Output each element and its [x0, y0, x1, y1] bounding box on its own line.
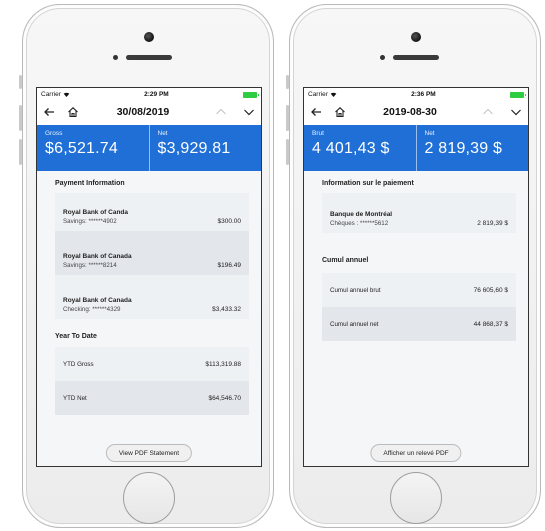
ytd-amount: 76 605,60 $	[473, 286, 508, 294]
payment-amount: $3,433.32	[212, 306, 241, 313]
status-bar: Carrier 2:36 PM	[304, 88, 528, 101]
wifi-icon	[63, 92, 70, 97]
page-title: 2019-08-30	[383, 106, 437, 118]
status-time: 2:29 PM	[144, 91, 169, 98]
proximity-sensor	[113, 55, 118, 60]
phone-frame-left: Carrier 2:29 PM 30/08/2019 Gross $6,521.…	[19, 4, 274, 528]
phone-frame-right: Carrier 2:36 PM 2019-08-30 Brut 4 401,43…	[286, 4, 541, 528]
proximity-sensor	[380, 55, 385, 60]
mute-switch	[19, 75, 22, 89]
volume-down-button	[19, 139, 22, 165]
bank-name: Royal Bank of Canda	[63, 209, 129, 216]
bank-name: Banque de Montréal	[330, 211, 393, 218]
gross-cell: Gross $6,521.74	[37, 125, 149, 171]
payment-amount: $196.49	[217, 262, 242, 269]
payment-row[interactable]: Royal Bank of Canada Savings: ******8214…	[55, 231, 249, 275]
carrier-label: Carrier	[308, 91, 328, 98]
ytd-row[interactable]: Cumul annuel brut 76 605,60 $	[322, 273, 516, 307]
ytd-amount: 44 868,37 $	[473, 320, 508, 328]
home-button[interactable]	[123, 472, 175, 524]
net-value: 2 819,39 $	[424, 140, 503, 157]
gross-value: $6,521.74	[45, 140, 118, 157]
chevron-up-icon[interactable]	[215, 106, 227, 118]
earpiece-speaker	[393, 55, 439, 60]
account-label: Savings: ******8214	[63, 262, 117, 269]
volume-up-button	[19, 105, 22, 131]
ytd-section-title: Year To Date	[55, 333, 97, 340]
payment-row[interactable]: Banque de Montréal Chèques : ******5612 …	[322, 193, 516, 233]
net-label: Net	[157, 130, 168, 137]
ytd-row[interactable]: Cumul annuel net 44 868,37 $	[322, 307, 516, 341]
ytd-row[interactable]: YTD Net $64,546.70	[55, 381, 249, 415]
home-icon[interactable]	[67, 106, 79, 118]
home-icon[interactable]	[334, 106, 346, 118]
volume-down-button	[286, 139, 289, 165]
ytd-label: YTD Gross	[63, 360, 94, 368]
earpiece-speaker	[126, 55, 172, 60]
back-arrow-icon[interactable]	[310, 106, 322, 118]
net-cell: Net $3,929.81	[148, 125, 262, 171]
gross-label: Gross	[45, 130, 63, 137]
content-area: Payment Information Royal Bank of Canda …	[37, 171, 261, 466]
chevron-down-icon[interactable]	[243, 106, 255, 118]
content-area: Information sur le paiement Banque de Mo…	[304, 171, 528, 466]
payment-section-title: Information sur le paiement	[322, 180, 414, 187]
ytd-list: YTD Gross $113,319.88 YTD Net $64,546.70	[55, 347, 249, 415]
ytd-label: Cumul annuel net	[330, 320, 379, 328]
screen: Carrier 2:36 PM 2019-08-30 Brut 4 401,43…	[303, 87, 529, 467]
home-button[interactable]	[390, 472, 442, 524]
mute-switch	[286, 75, 289, 89]
net-label: Net	[424, 130, 435, 137]
ytd-list: Cumul annuel brut 76 605,60 $ Cumul annu…	[322, 273, 516, 341]
carrier-label: Carrier	[41, 91, 61, 98]
gross-value: 4 401,43 $	[312, 140, 390, 157]
payment-amount: 2 819,39 $	[477, 220, 508, 227]
account-label: Chèques : ******5612	[330, 220, 389, 227]
pay-summary: Brut 4 401,43 $ Net 2 819,39 $	[304, 125, 528, 171]
bank-name: Royal Bank of Canada	[63, 297, 132, 304]
payment-section-title: Payment Information	[55, 180, 125, 187]
payment-row[interactable]: Royal Bank of Canada Checking: ******432…	[55, 275, 249, 319]
battery-icon	[509, 91, 526, 98]
payment-list: Royal Bank of Canda Savings: ******4902 …	[55, 193, 249, 319]
wifi-icon	[330, 92, 337, 97]
pay-summary: Gross $6,521.74 Net $3,929.81	[37, 125, 261, 171]
volume-up-button	[286, 105, 289, 131]
back-arrow-icon[interactable]	[43, 106, 55, 118]
ytd-section-title: Cumul annuel	[322, 257, 369, 264]
net-value: $3,929.81	[157, 140, 231, 157]
bank-name: Royal Bank of Canada	[63, 253, 132, 260]
ytd-row[interactable]: YTD Gross $113,319.88	[55, 347, 249, 381]
view-pdf-button[interactable]: Afficher un relevé PDF	[370, 444, 462, 462]
payment-list: Banque de Montréal Chèques : ******5612 …	[322, 193, 516, 233]
nav-bar: 30/08/2019	[37, 101, 261, 123]
ytd-amount: $64,546.70	[208, 394, 241, 402]
account-label: Checking: ******4329	[63, 306, 121, 313]
carrier-group: Carrier	[41, 91, 70, 98]
view-pdf-button[interactable]: View PDF Statement	[105, 444, 193, 462]
chevron-down-icon[interactable]	[510, 106, 522, 118]
ytd-label: YTD Net	[63, 394, 87, 402]
status-time: 2:36 PM	[411, 91, 436, 98]
chevron-up-icon[interactable]	[482, 106, 494, 118]
payment-row[interactable]: Royal Bank of Canda Savings: ******4902 …	[55, 193, 249, 231]
ytd-amount: $113,319.88	[205, 360, 241, 368]
carrier-group: Carrier	[308, 91, 337, 98]
front-camera	[144, 32, 154, 42]
screen: Carrier 2:29 PM 30/08/2019 Gross $6,521.…	[36, 87, 262, 467]
battery-icon	[242, 91, 259, 98]
net-cell: Net 2 819,39 $	[415, 125, 529, 171]
account-label: Savings: ******4902	[63, 218, 117, 225]
page-title: 30/08/2019	[116, 106, 170, 118]
nav-bar: 2019-08-30	[304, 101, 528, 123]
status-bar: Carrier 2:29 PM	[37, 88, 261, 101]
gross-cell: Brut 4 401,43 $	[304, 125, 416, 171]
gross-label: Brut	[312, 130, 324, 137]
payment-amount: $300.00	[217, 218, 242, 225]
ytd-label: Cumul annuel brut	[330, 286, 381, 294]
front-camera	[411, 32, 421, 42]
